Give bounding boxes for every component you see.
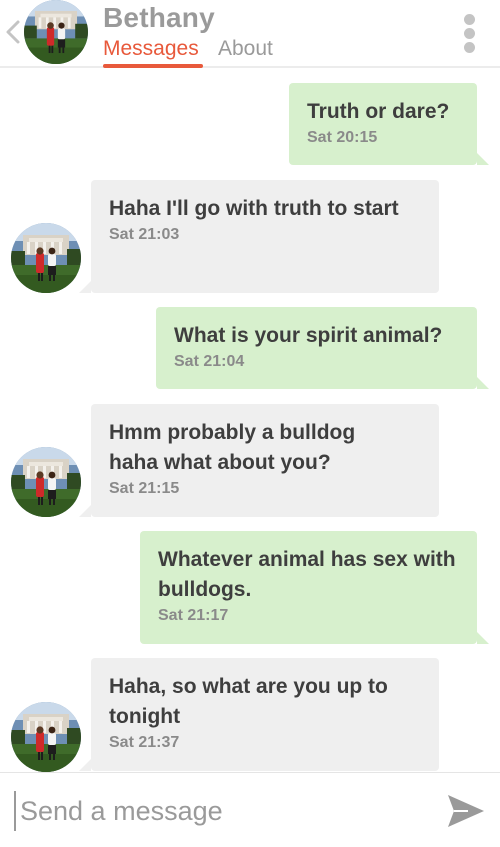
message-time: Sat 21:03: [109, 226, 180, 243]
message-time: Sat 20:15: [307, 129, 378, 146]
message-text: Whatever animal has sex with bulldogs.: [158, 548, 456, 601]
message-bubble-outgoing: Truth or dare? Sat 20:15: [289, 83, 489, 165]
send-icon[interactable]: [446, 791, 486, 831]
message-time: Sat 21:15: [109, 480, 180, 497]
message-bubble-incoming: Haha I'll go with truth to start Sat 21:…: [79, 180, 439, 293]
message-text: Hmm probably a bulldog haha what about y…: [109, 421, 356, 474]
message-bubble-incoming: Hmm probably a bulldog haha what about y…: [79, 404, 439, 517]
bubble-tail: [477, 632, 489, 644]
contact-avatar[interactable]: [24, 0, 88, 64]
tab-about[interactable]: About: [218, 37, 273, 61]
kebab-menu-icon[interactable]: [464, 14, 476, 53]
message-input[interactable]: [14, 791, 414, 831]
active-tab-indicator: [103, 64, 203, 68]
message-bubble-outgoing: Whatever animal has sex with bulldogs. S…: [140, 531, 489, 644]
message-text: Haha, so what are you up to tonight: [109, 675, 388, 728]
bubble-tail: [79, 759, 91, 771]
bubble-tail: [477, 377, 489, 389]
chat-header: Bethany Messages About: [0, 0, 500, 68]
bubble-tail: [79, 281, 91, 293]
message-text: Truth or dare?: [307, 100, 450, 123]
contact-avatar[interactable]: [11, 447, 81, 517]
contact-avatar[interactable]: [11, 223, 81, 293]
message-text: Haha I'll go with truth to start: [109, 197, 399, 220]
tab-messages[interactable]: Messages: [103, 37, 199, 61]
message-time: Sat 21:04: [174, 353, 245, 370]
bubble-tail: [79, 505, 91, 517]
message-bubble-outgoing: What is your spirit animal? Sat 21:04: [156, 307, 489, 389]
message-composer: [0, 772, 500, 847]
contact-avatar[interactable]: [11, 702, 81, 772]
message-bubble-incoming: Haha, so what are you up to tonight Sat …: [79, 658, 439, 771]
chevron-left-icon[interactable]: [4, 18, 22, 46]
message-time: Sat 21:37: [109, 734, 180, 751]
message-text: What is your spirit animal?: [174, 324, 443, 347]
contact-name: Bethany: [103, 2, 215, 33]
bubble-tail: [477, 153, 489, 165]
message-time: Sat 21:17: [158, 607, 229, 624]
